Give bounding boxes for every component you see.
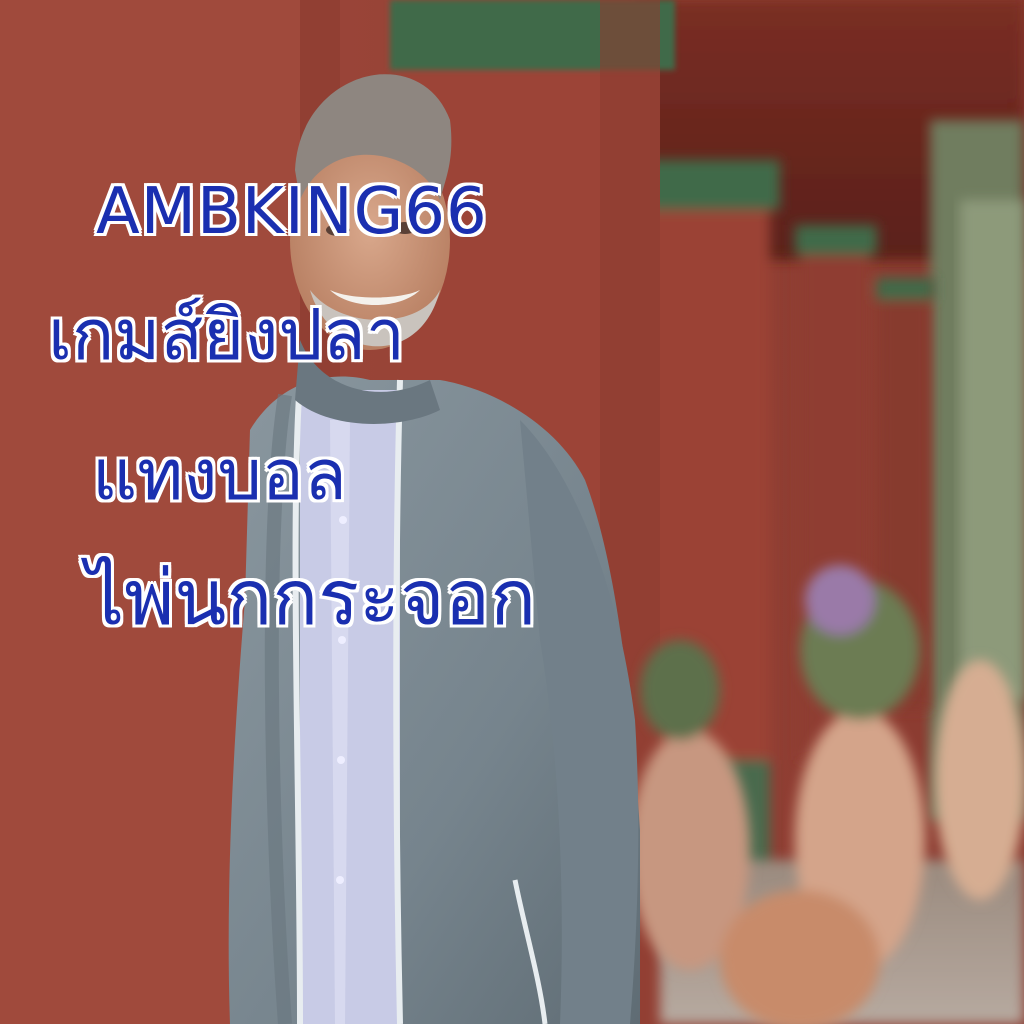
- caption-line-3: ไพ่นกกระจอก: [86, 553, 537, 642]
- brand-caption: AMBKING66: [96, 175, 488, 249]
- caption-line-1: เกมส์ยิงปลา: [48, 294, 406, 376]
- photo-scene: AMBKING66 เกมส์ยิงปลา แทงบอล ไพ่นกกระจอก: [0, 0, 1024, 1024]
- caption-line-2: แทงบอล: [92, 434, 347, 516]
